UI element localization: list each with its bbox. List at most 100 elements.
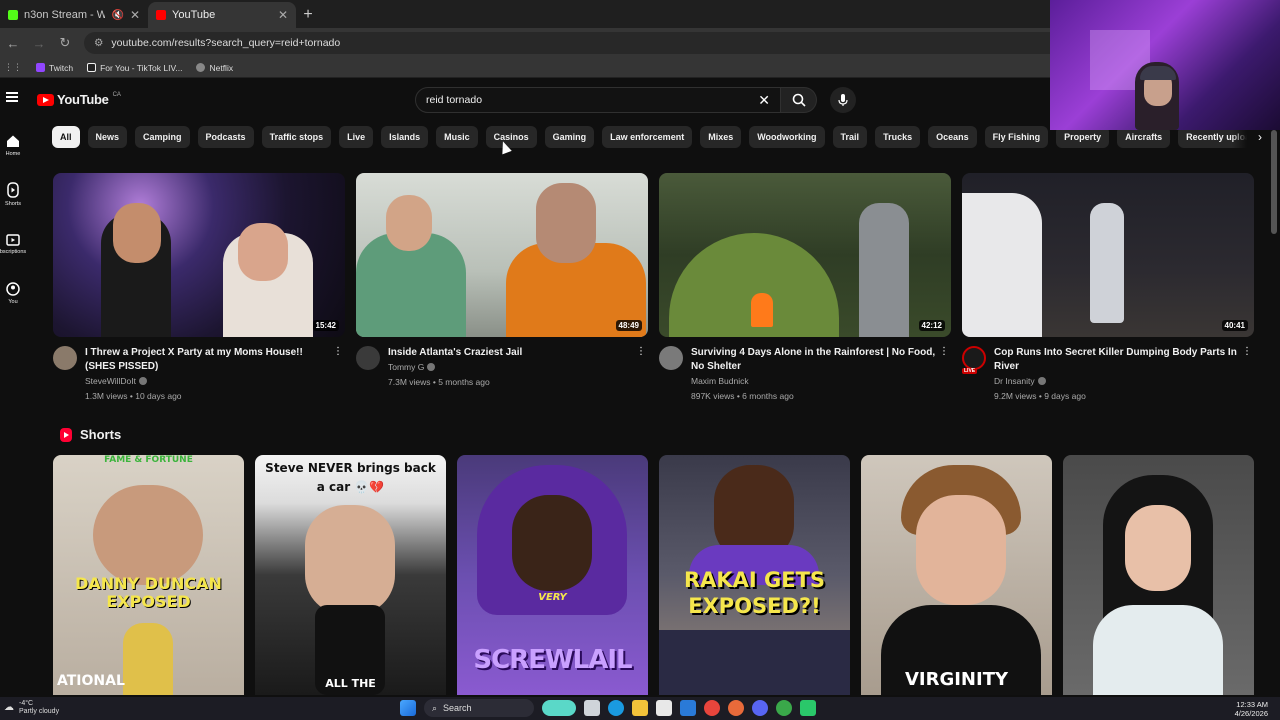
channel-name[interactable]: SteveWillDoIt <box>85 376 136 386</box>
video-thumbnail[interactable]: 48:49 <box>356 173 648 337</box>
guide-item-shorts[interactable]: Shorts <box>0 182 26 207</box>
video-info: Inside Atlanta's Craziest Jail Tommy G 7… <box>388 346 648 387</box>
browser-tab-youtube[interactable]: YouTube ✕ <box>148 2 296 28</box>
twitch-icon <box>36 63 45 72</box>
cloud-moon-icon: ☁ <box>4 702 14 713</box>
chip-islands[interactable]: Islands <box>381 126 429 148</box>
chip-oceans[interactable]: Oceans <box>928 126 977 148</box>
guide-item-home[interactable]: Home <box>0 134 26 157</box>
video-title[interactable]: Surviving 4 Days Alone in the Rainforest… <box>691 346 951 374</box>
video-duration: 48:49 <box>615 320 642 331</box>
channel-name[interactable]: Maxim Budnick <box>691 376 749 386</box>
discord-icon[interactable] <box>752 700 768 716</box>
more-actions-icon[interactable]: ⋮ <box>636 346 646 357</box>
short-caption: VERY <box>538 592 567 603</box>
bookmark-tiktok[interactable]: For You - TikTok LIV... <box>87 63 182 73</box>
microphone-icon <box>838 94 848 106</box>
chip-law-enforcement[interactable]: Law enforcement <box>602 126 693 148</box>
video-thumbnail[interactable]: 40:41 <box>962 173 1254 337</box>
bookmark-label: Twitch <box>49 62 74 73</box>
live-badge: LIVE <box>962 368 978 374</box>
short-card[interactable]: RAKAI GETS EXPOSED?! <box>659 455 850 695</box>
chip-music[interactable]: Music <box>436 126 478 148</box>
video-title[interactable]: I Threw a Project X Party at my Moms Hou… <box>85 346 345 374</box>
apps-grid-icon[interactable]: ⋮⋮ <box>4 62 22 73</box>
chrome-icon[interactable] <box>704 700 720 716</box>
video-title[interactable]: Cop Runs Into Secret Killer Dumping Body… <box>994 346 1254 374</box>
more-actions-icon[interactable]: ⋮ <box>333 346 343 357</box>
channel-avatar[interactable] <box>659 346 683 370</box>
shoe-widget-icon[interactable] <box>542 700 576 716</box>
short-card[interactable]: VIRGINITY <box>861 455 1052 695</box>
channel-name[interactable]: Dr Insanity <box>994 376 1035 386</box>
video-thumbnail[interactable]: 15:42 <box>53 173 345 337</box>
video-card[interactable]: 40:41 LIVE Cop Runs Into Secret Killer D… <box>962 173 1254 401</box>
short-card[interactable]: FAME & FORTUNE DANNY DUNCAN EXPOSED ATIO… <box>53 455 244 695</box>
chip-live[interactable]: Live <box>339 126 374 148</box>
xbox-icon[interactable] <box>776 700 792 716</box>
channel-name[interactable]: Tommy G <box>388 362 424 372</box>
search-button[interactable] <box>781 87 817 113</box>
chip-gaming[interactable]: Gaming <box>544 126 595 148</box>
short-card[interactable] <box>1063 455 1254 695</box>
page-scrollbar[interactable] <box>1271 130 1277 234</box>
clear-search-icon[interactable]: ✕ <box>758 92 770 109</box>
store-icon[interactable] <box>656 700 672 716</box>
guide-item-subscriptions[interactable]: bscriptions <box>0 232 26 255</box>
forward-arrow-icon[interactable]: → <box>32 36 46 51</box>
app-green-icon[interactable] <box>800 700 816 716</box>
short-card[interactable]: VERY SCREWLAIL <box>457 455 648 695</box>
weather-widget[interactable]: ☁ -4°C Partly cloudy <box>4 700 59 716</box>
youtube-logo[interactable]: YouTube CA <box>37 92 121 107</box>
guide-item-you[interactable]: You <box>0 282 26 305</box>
chip-news[interactable]: News <box>87 126 128 148</box>
chip-trucks[interactable]: Trucks <box>875 126 921 148</box>
back-arrow-icon[interactable]: ← <box>6 36 20 51</box>
site-info-icon[interactable]: ⚙ <box>94 37 103 49</box>
chip-podcasts[interactable]: Podcasts <box>197 126 254 148</box>
outlook-icon[interactable] <box>680 700 696 716</box>
video-title[interactable]: Inside Atlanta's Craziest Jail <box>388 346 648 360</box>
more-actions-icon[interactable]: ⋮ <box>1242 346 1252 357</box>
edge-icon[interactable] <box>608 700 624 716</box>
menu-icon[interactable] <box>6 92 18 102</box>
bookmark-netflix[interactable]: Netflix <box>196 63 233 73</box>
region-code: CA <box>112 91 121 98</box>
voice-search-button[interactable] <box>830 87 856 113</box>
chip-mixes[interactable]: Mixes <box>700 126 742 148</box>
taskbar-search[interactable]: ⌕ Search <box>424 699 534 717</box>
channel-avatar[interactable]: LIVE <box>962 346 986 374</box>
browser-tab-kick[interactable]: n3on Stream - Watch Live o 🔇 ✕ <box>0 2 148 28</box>
channel-name-row: Maxim Budnick <box>691 376 951 386</box>
video-meta: Inside Atlanta's Craziest Jail Tommy G 7… <box>356 346 648 387</box>
chip-all[interactable]: All <box>52 126 80 148</box>
chip-woodworking[interactable]: Woodworking <box>749 126 825 148</box>
chip-fly-fishing[interactable]: Fly Fishing <box>984 126 1049 148</box>
close-tab-icon[interactable]: ✕ <box>278 8 288 22</box>
speaker-muted-icon[interactable]: 🔇 <box>111 10 123 21</box>
more-actions-icon[interactable]: ⋮ <box>939 346 949 357</box>
bookmark-twitch[interactable]: Twitch <box>36 63 73 73</box>
recorder-icon[interactable] <box>728 700 744 716</box>
short-card[interactable]: Steve NEVER brings back a car 💀💔 ALL THE <box>255 455 446 695</box>
video-card[interactable]: 15:42 I Threw a Project X Party at my Mo… <box>53 173 345 401</box>
system-clock[interactable]: 12:33 AM 4/26/2026 <box>1235 700 1268 718</box>
chip-trail[interactable]: Trail <box>832 126 868 148</box>
task-view-icon[interactable] <box>584 700 600 716</box>
short-crowd <box>659 630 850 695</box>
video-card[interactable]: 42:12 Surviving 4 Days Alone in the Rain… <box>659 173 951 401</box>
video-thumbnail[interactable]: 42:12 <box>659 173 951 337</box>
chip-camping[interactable]: Camping <box>135 126 190 148</box>
chip-traffic-stops[interactable]: Traffic stops <box>261 126 332 148</box>
chip-casinos[interactable]: Casinos <box>485 126 537 148</box>
video-card[interactable]: 48:49 Inside Atlanta's Craziest Jail Tom… <box>356 173 648 387</box>
channel-avatar[interactable] <box>356 346 380 370</box>
windows-start-icon[interactable] <box>400 700 416 716</box>
channel-avatar[interactable] <box>53 346 77 370</box>
new-tab-button[interactable]: + <box>296 2 320 28</box>
search-input[interactable]: reid tornado ✕ <box>415 87 781 113</box>
reload-icon[interactable]: ↻ <box>58 35 72 51</box>
file-explorer-icon[interactable] <box>632 700 648 716</box>
close-tab-icon[interactable]: ✕ <box>130 8 140 22</box>
tab-title: n3on Stream - Watch Live o <box>24 9 106 21</box>
